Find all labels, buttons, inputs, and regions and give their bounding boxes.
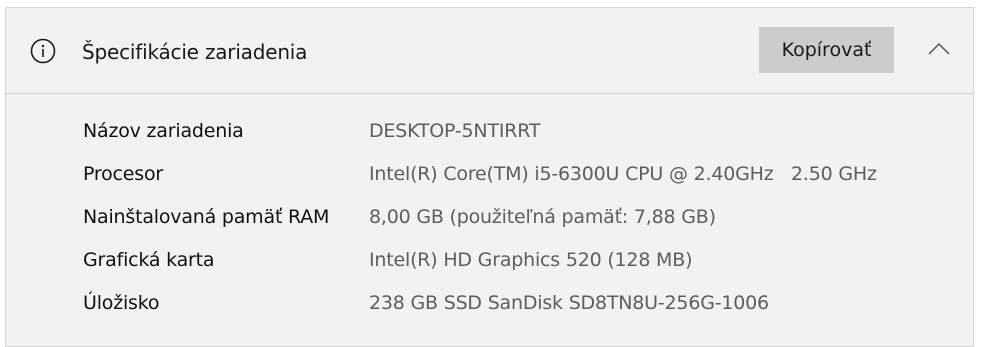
spec-label: Názov zariadenia	[83, 120, 244, 142]
panel-title: Špecifikácie zariadenia	[82, 40, 308, 64]
device-specifications-panel: Špecifikácie zariadenia Kopírovať Názov …	[5, 7, 974, 347]
copy-button[interactable]: Kopírovať	[759, 27, 894, 73]
spec-label: Procesor	[83, 163, 164, 185]
spec-label: Grafická karta	[83, 249, 215, 271]
spec-value: Intel(R) HD Graphics 520 (128 MB)	[369, 249, 693, 271]
spec-row-processor: Procesor Intel(R) Core(TM) i5-6300U CPU …	[6, 153, 973, 196]
chevron-up-icon[interactable]	[926, 38, 952, 60]
spec-value: 238 GB SSD SanDisk SD8TN8U-256G-1006	[369, 292, 769, 314]
spec-value: DESKTOP-5NTIRRT	[369, 120, 541, 142]
spec-row-device-name: Názov zariadenia DESKTOP-5NTIRRT	[6, 110, 973, 153]
spec-label: Nainštalovaná pamäť RAM	[83, 206, 330, 228]
spec-value: 8,00 GB (použiteľná pamäť: 7,88 GB)	[369, 206, 716, 228]
panel-header[interactable]: Špecifikácie zariadenia Kopírovať	[6, 8, 973, 94]
info-icon	[30, 38, 56, 64]
spec-label: Úložisko	[83, 292, 160, 314]
spec-row-ram: Nainštalovaná pamäť RAM 8,00 GB (použite…	[6, 196, 973, 239]
spec-value: Intel(R) Core(TM) i5-6300U CPU @ 2.40GHz…	[369, 163, 877, 185]
spec-row-graphics: Grafická karta Intel(R) HD Graphics 520 …	[6, 239, 973, 282]
spec-row-storage: Úložisko 238 GB SSD SanDisk SD8TN8U-256G…	[6, 282, 973, 325]
